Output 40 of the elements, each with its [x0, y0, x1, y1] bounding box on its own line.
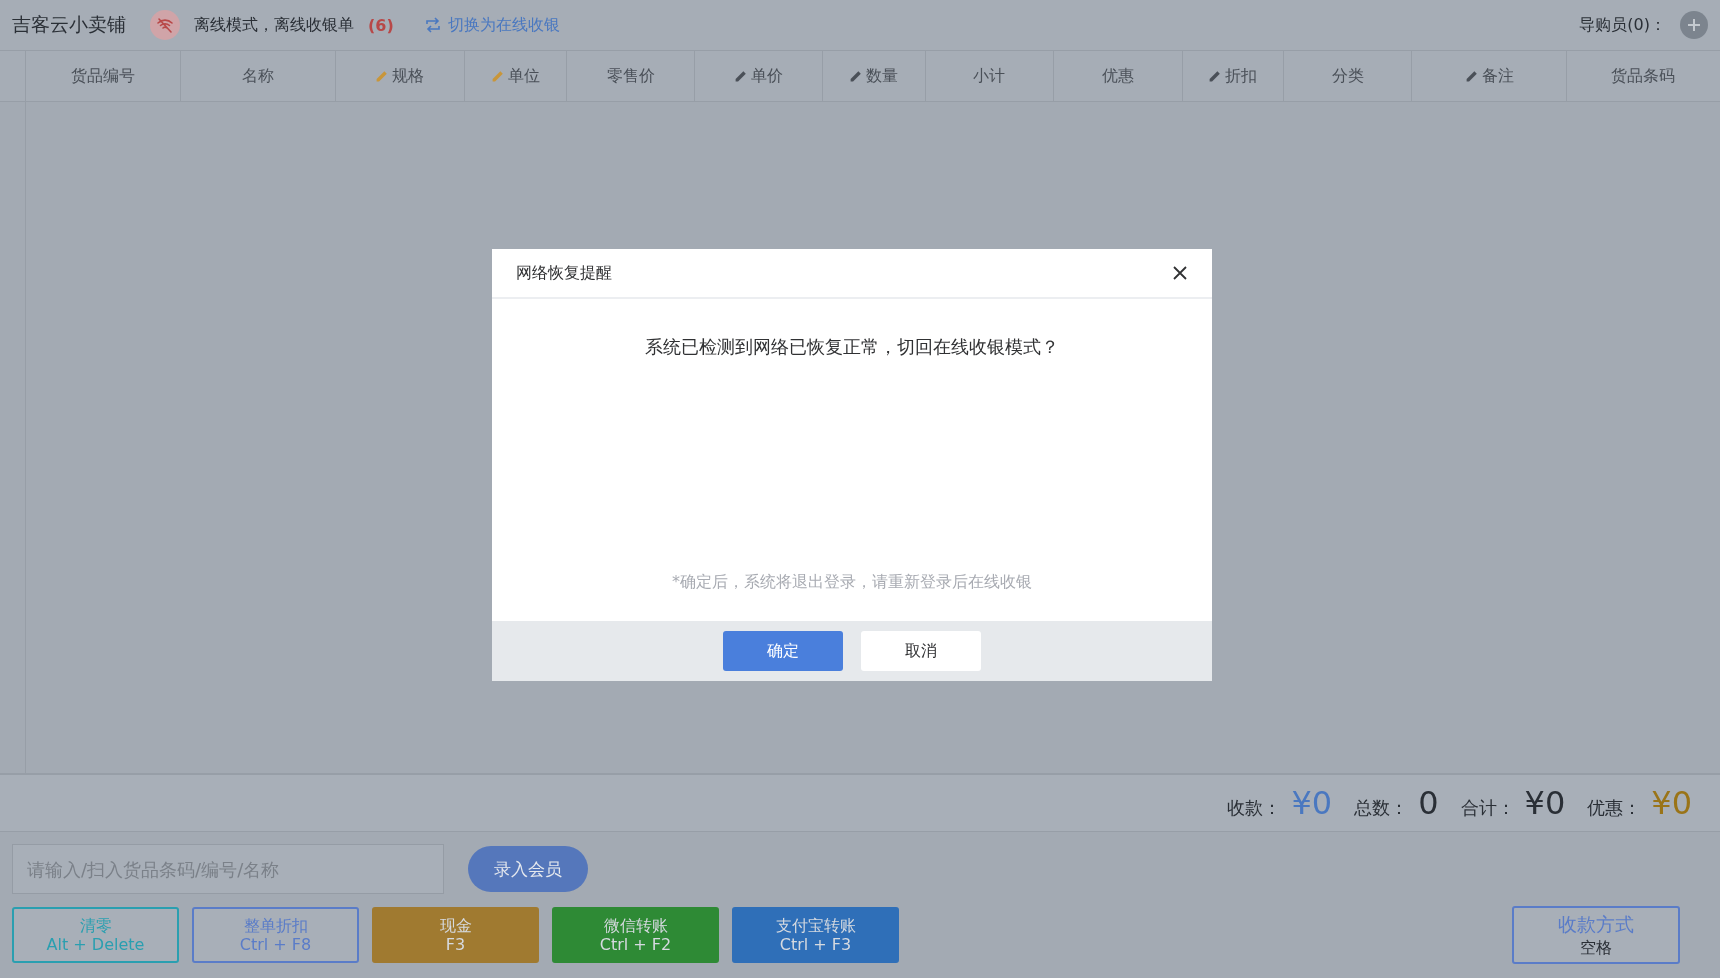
dialog-title: 网络恢复提醒 [516, 262, 612, 284]
total-value: ¥0 [1651, 784, 1692, 822]
column-header: 货品条码 [1565, 51, 1720, 101]
column-header: 小计 [924, 51, 1054, 101]
total-label: 合计： [1460, 796, 1515, 820]
store-name: 吉客云小卖铺 [12, 12, 126, 37]
plus-icon [1686, 17, 1702, 33]
offline-status: 离线模式，离线收银单 [194, 14, 354, 36]
switch-online-link[interactable]: 切换为在线收银 [423, 14, 560, 36]
column-header: 数量 [822, 51, 925, 101]
payment-action-button[interactable]: 微信转账 Ctrl + F2 [552, 907, 719, 963]
payment-method-button[interactable]: 收款方式 空格 [1512, 906, 1680, 964]
cancel-button[interactable]: 取消 [861, 631, 981, 671]
total-label: 总数： [1354, 796, 1409, 820]
column-header: 货品编号 [25, 51, 181, 101]
column-header: 折扣 [1181, 51, 1284, 101]
column-header: 分类 [1283, 51, 1412, 101]
total-label: 收款： [1227, 796, 1282, 820]
swap-icon [423, 17, 442, 33]
column-header: 单价 [693, 51, 823, 101]
total-value: ¥0 [1524, 784, 1566, 822]
column-header: 优惠 [1053, 51, 1182, 101]
total-value: 0 [1418, 784, 1439, 822]
member-button[interactable]: 录入会员 [468, 846, 588, 892]
payment-action-button[interactable]: 现金 F3 [372, 907, 539, 963]
confirm-button[interactable]: 确定 [723, 631, 843, 671]
offline-count: (6) [368, 15, 394, 35]
total-value: ¥0 [1291, 784, 1333, 822]
guide-label: 导购员(0)： [1579, 14, 1666, 36]
wifi-off-icon [150, 10, 180, 40]
payment-action-button[interactable]: 整单折扣 Ctrl + F8 [192, 907, 359, 963]
dialog-message: 系统已检测到网络已恢复正常，切回在线收银模式？ [645, 335, 1059, 359]
column-header: 零售价 [566, 51, 694, 101]
column-header: 规格 [334, 51, 464, 101]
column-header: 备注 [1411, 51, 1566, 101]
total-label: 优惠： [1587, 796, 1642, 820]
column-header: 单位 [463, 51, 567, 101]
column-header: 名称 [180, 51, 335, 101]
payment-action-button[interactable]: 支付宝转账 Ctrl + F3 [732, 907, 899, 963]
dialog-note: *确定后，系统将退出登录，请重新登录后在线收银 [672, 572, 1032, 593]
